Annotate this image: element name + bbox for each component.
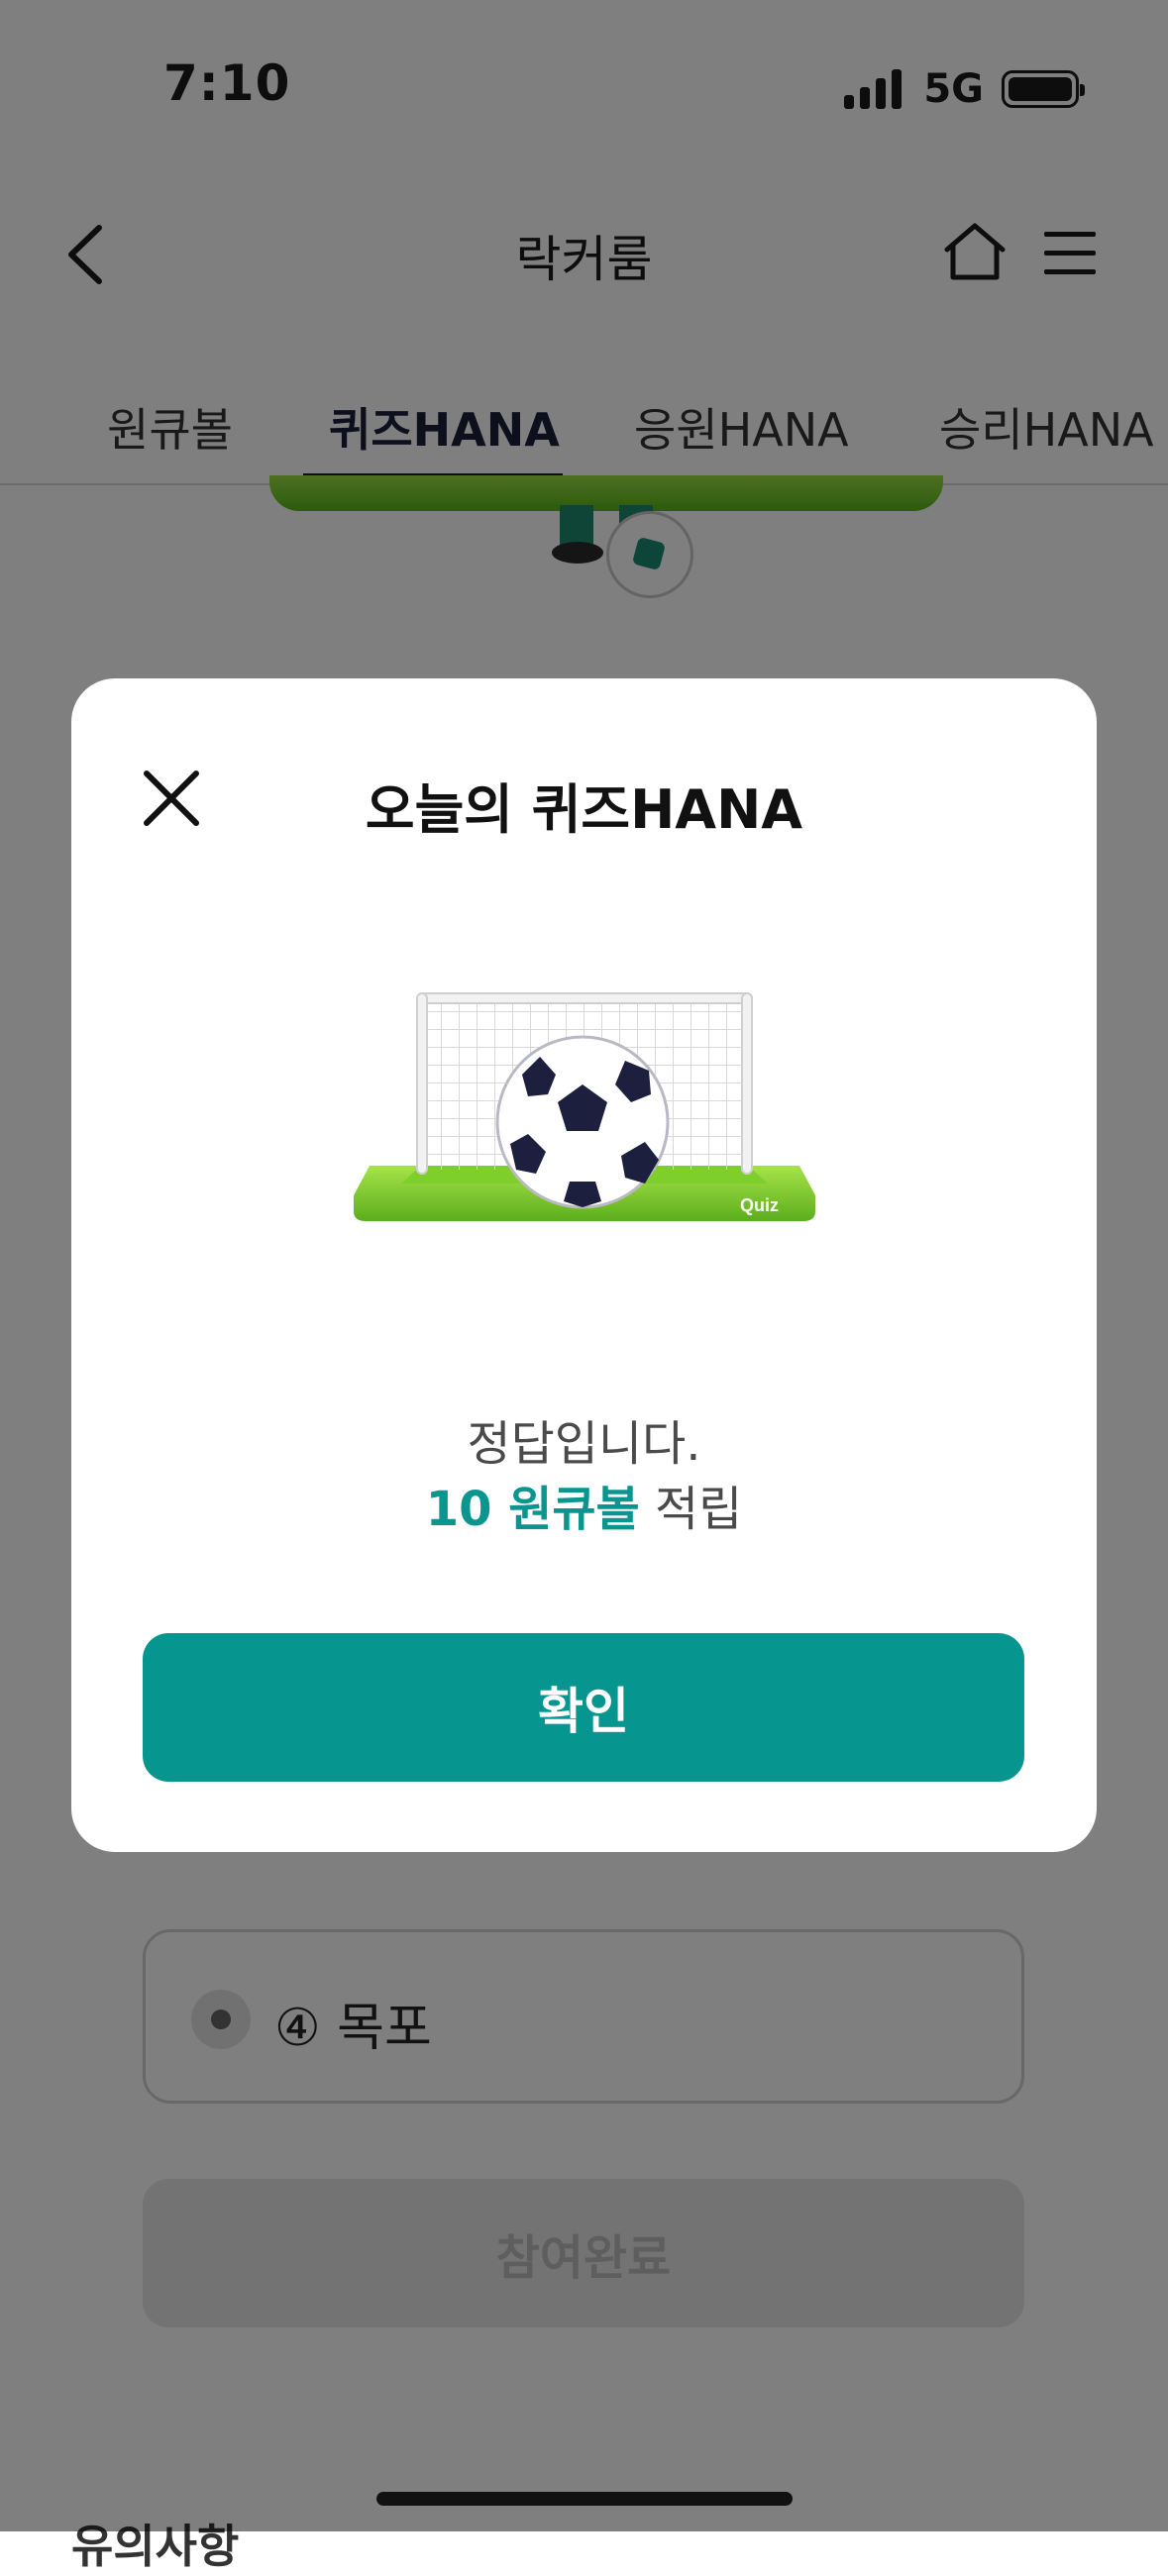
modal-title: 오늘의 퀴즈HANA [365,778,803,841]
soccer-ball-icon [495,1035,670,1209]
result-message: 정답입니다. [467,1416,701,1472]
reward-amount: 10 원큐볼 [425,1482,640,1537]
home-indicator[interactable] [376,2492,793,2506]
confirm-button[interactable]: 확인 [143,1633,1024,1782]
quiz-badge-text: Quiz [740,1195,779,1215]
reward-suffix: 적립 [639,1482,743,1537]
quiz-result-modal: 오늘의 퀴즈HANA Quiz 정답입니다. 10 원큐볼 적립 확인 [71,678,1097,1852]
reward-line: 10 원큐볼 적립 [71,1477,1097,1542]
goal-with-ball-illustration: Quiz [354,992,815,1221]
